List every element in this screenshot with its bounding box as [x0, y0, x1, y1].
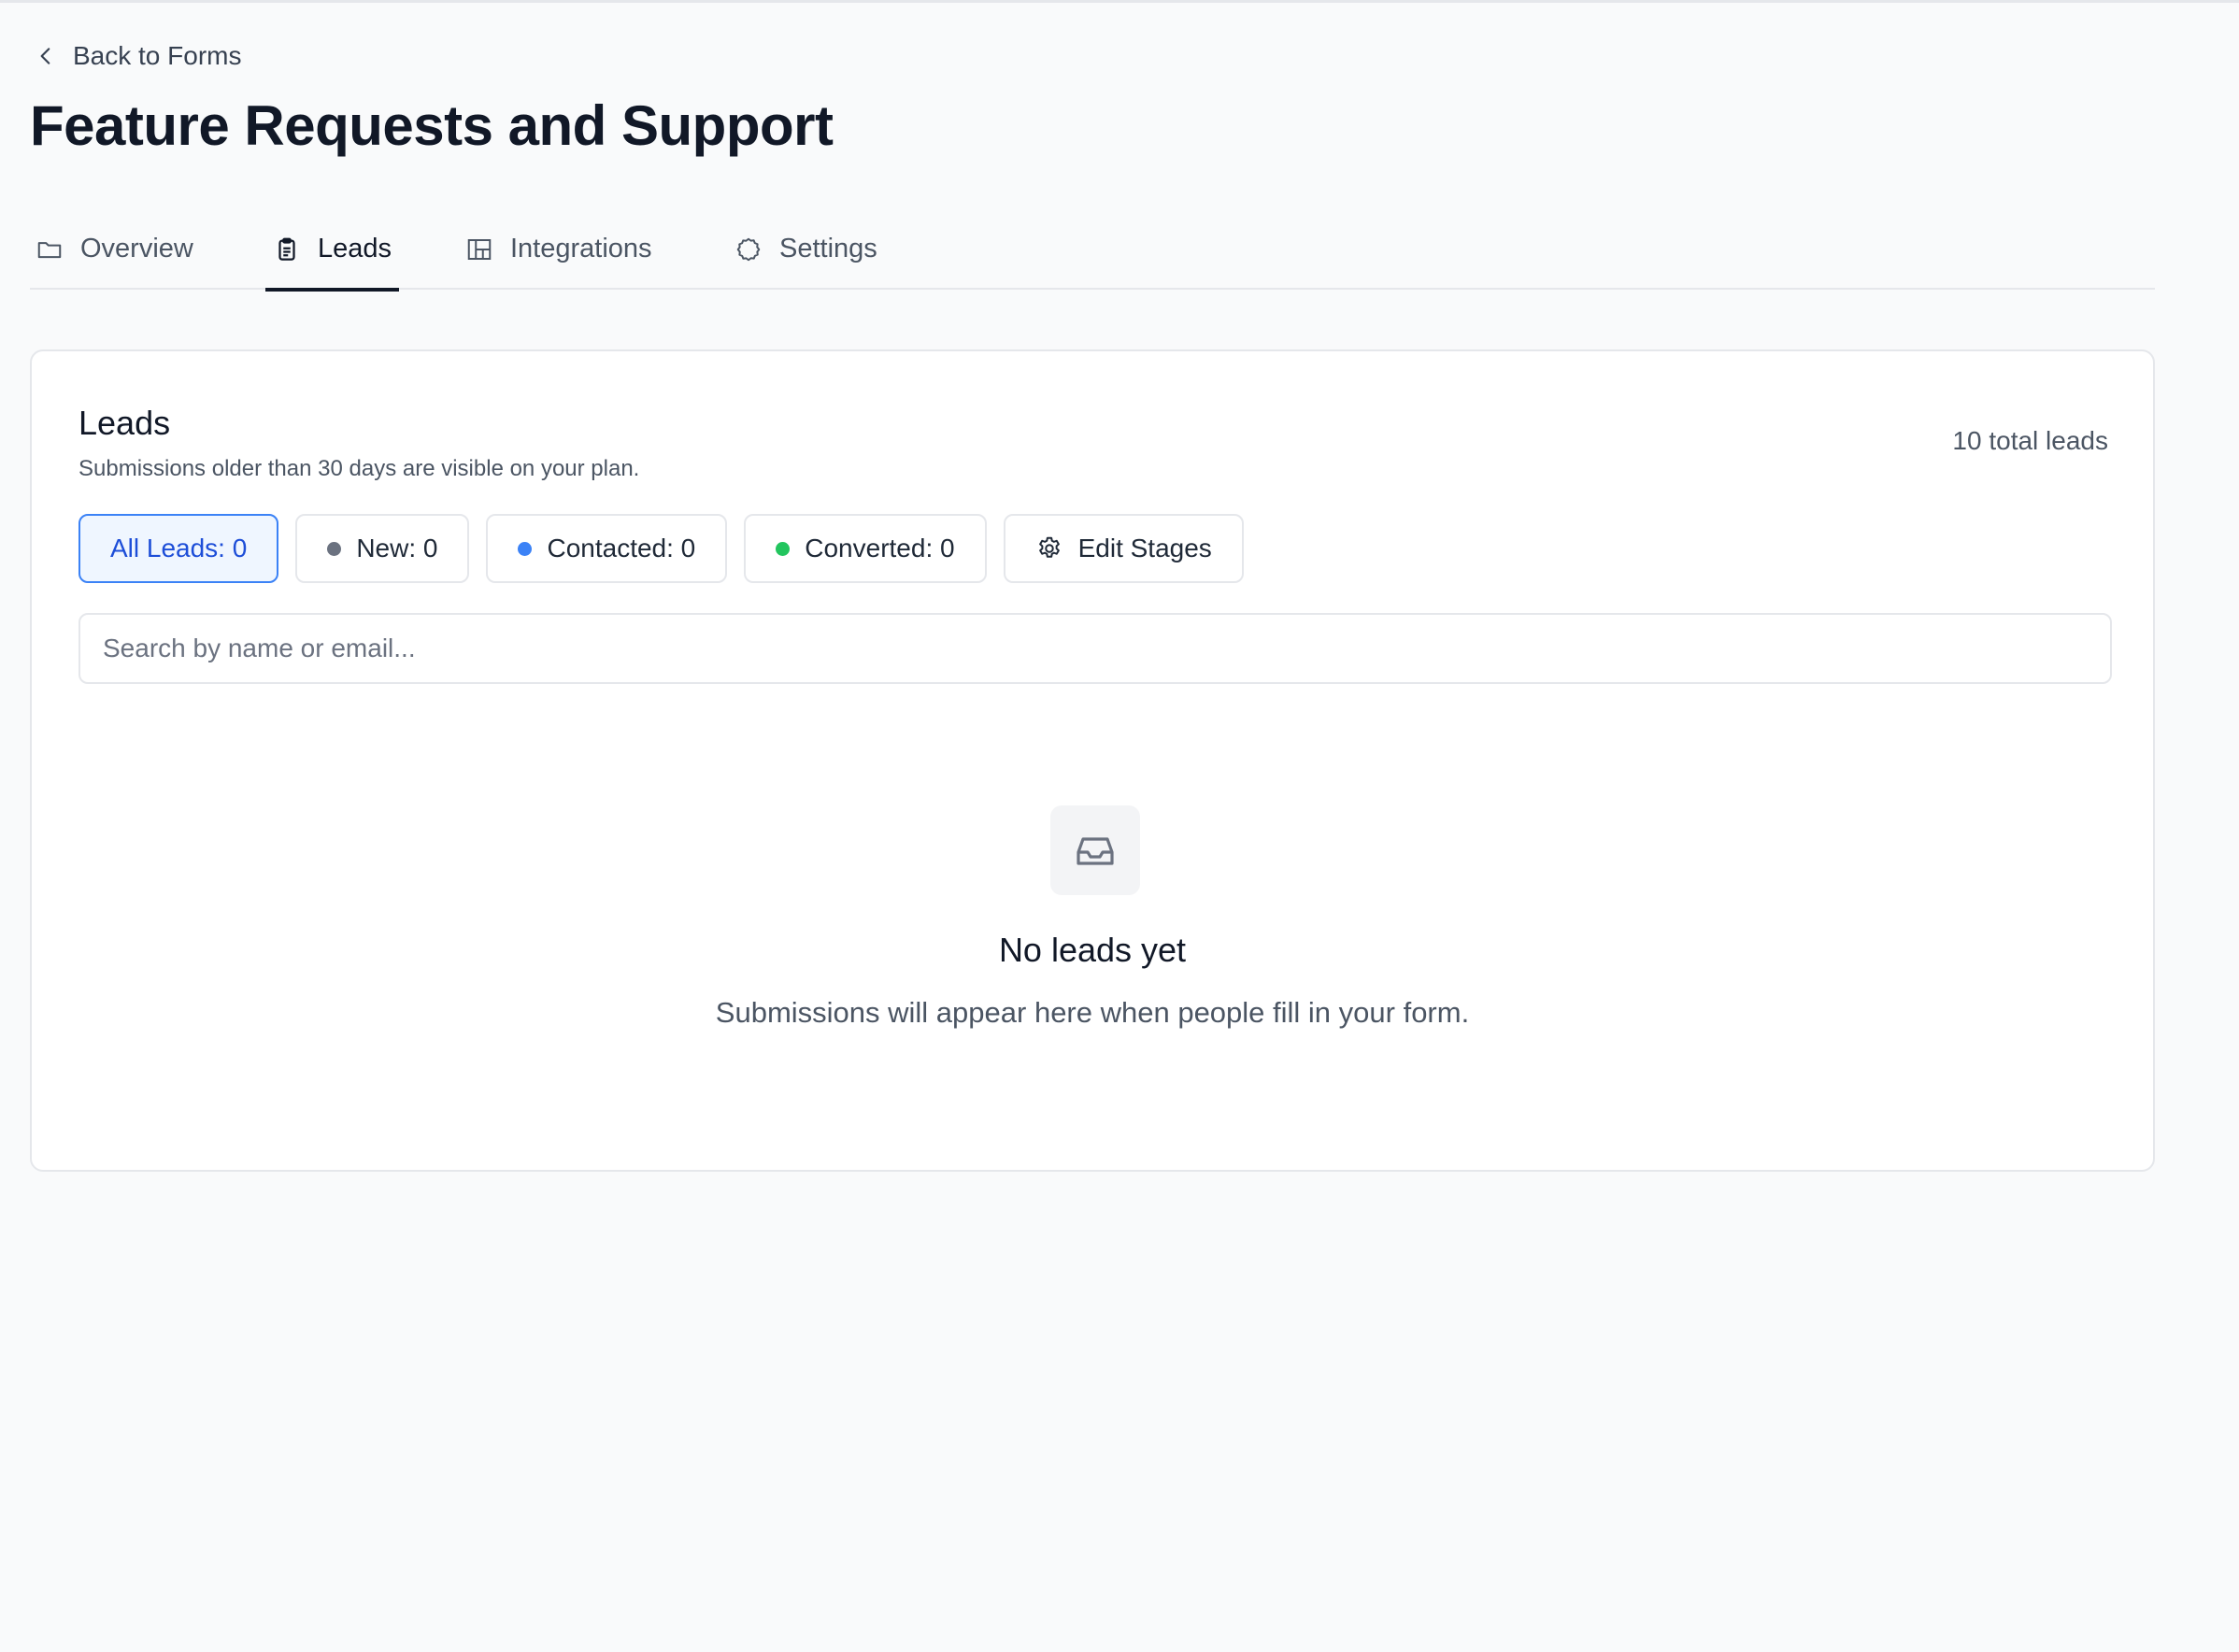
- filter-label: All Leads: 0: [110, 534, 248, 563]
- status-dot-icon: [776, 541, 791, 556]
- filter-converted-button[interactable]: Converted: 0: [744, 514, 987, 583]
- back-link-label: Back to Forms: [73, 41, 242, 70]
- gear-icon: [736, 237, 761, 262]
- tab-integrations[interactable]: Integrations: [465, 234, 652, 290]
- folder-icon: [37, 242, 62, 259]
- status-dot-icon: [327, 541, 342, 556]
- total-leads-count: 10 total leads: [1952, 426, 2108, 455]
- filter-all-leads-button[interactable]: All Leads: 0: [78, 514, 279, 583]
- filter-label: Converted: 0: [805, 534, 955, 563]
- tab-settings[interactable]: Settings: [734, 234, 877, 290]
- filter-label: Contacted: 0: [547, 534, 696, 563]
- edit-stages-button[interactable]: Edit Stages: [1003, 514, 1244, 583]
- page-title: Feature Requests and Support: [30, 94, 834, 157]
- tab-leads[interactable]: Leads: [265, 234, 400, 292]
- tab-label: Settings: [779, 234, 877, 263]
- leads-card-title: Leads: [78, 404, 171, 442]
- tab-label: Leads: [318, 234, 392, 263]
- edit-stages-label: Edit Stages: [1077, 534, 1212, 563]
- top-border: [0, 0, 2239, 3]
- empty-state-message: Submissions will appear here when people…: [715, 996, 1470, 1029]
- filter-new-button[interactable]: New: 0: [295, 514, 470, 583]
- tab-bar: Overview Leads Integrations Settings: [30, 221, 2155, 292]
- inbox-icon: [1077, 837, 1114, 865]
- empty-state-title: No leads yet: [998, 931, 1187, 969]
- filter-contacted-button[interactable]: Contacted: 0: [486, 514, 728, 583]
- tab-label: Integrations: [510, 234, 652, 263]
- tab-label: Overview: [80, 234, 193, 263]
- leads-card-subtitle: Submissions older than 30 days are visib…: [78, 456, 640, 481]
- layout-icon: [467, 239, 492, 260]
- chevron-left-icon: [40, 48, 50, 64]
- tab-overview[interactable]: Overview: [36, 234, 193, 290]
- search-input[interactable]: [78, 613, 2112, 684]
- leads-card: Leads Submissions older than 30 days are…: [30, 349, 2155, 1172]
- status-dot-icon: [518, 541, 533, 556]
- stage-filters: All Leads: 0 New: 0 Contacted: 0 Convert…: [78, 514, 1244, 583]
- filter-label: New: 0: [356, 534, 438, 563]
- empty-state-icon-box: [1050, 805, 1140, 895]
- gear-icon: [1038, 536, 1060, 558]
- clipboard-icon: [278, 237, 295, 261]
- back-to-forms-link[interactable]: Back to Forms: [34, 41, 241, 71]
